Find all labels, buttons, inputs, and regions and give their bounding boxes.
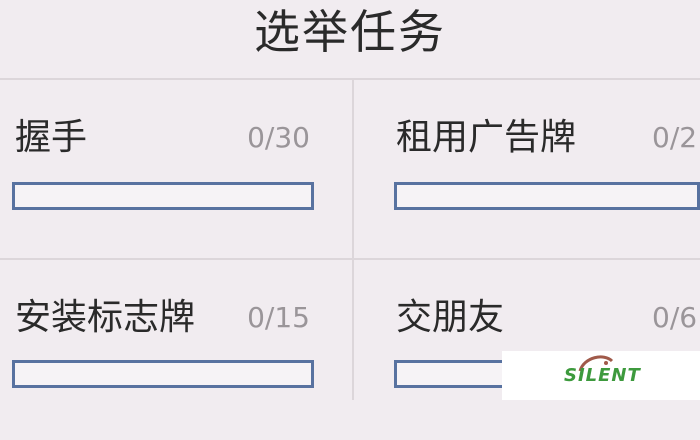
task-card-handshake[interactable]: 握手 0/30 [0, 78, 340, 258]
task-name: 交朋友 [396, 297, 505, 338]
task-name: 租用广告牌 [396, 117, 577, 158]
page-title: 选举任务 [254, 5, 446, 59]
task-progress-bar [12, 182, 314, 210]
task-name: 握手 [15, 117, 88, 158]
task-progress-bar [12, 360, 314, 388]
task-count: 0/6 [652, 301, 698, 334]
task-name: 安装标志牌 [15, 297, 196, 338]
task-progress-bar [394, 182, 700, 210]
task-card-billboard[interactable]: 租用广告牌 0/2 [354, 78, 700, 258]
watermark: SILENT [502, 351, 700, 400]
task-card-friends[interactable]: 交朋友 0/6 [354, 260, 700, 440]
watermark-logo: SILENT [564, 365, 641, 386]
task-count: 0/30 [247, 121, 310, 154]
task-card-signs[interactable]: 安装标志牌 0/15 [0, 260, 340, 440]
task-count: 0/2 [652, 121, 698, 154]
task-count: 0/15 [247, 301, 310, 334]
